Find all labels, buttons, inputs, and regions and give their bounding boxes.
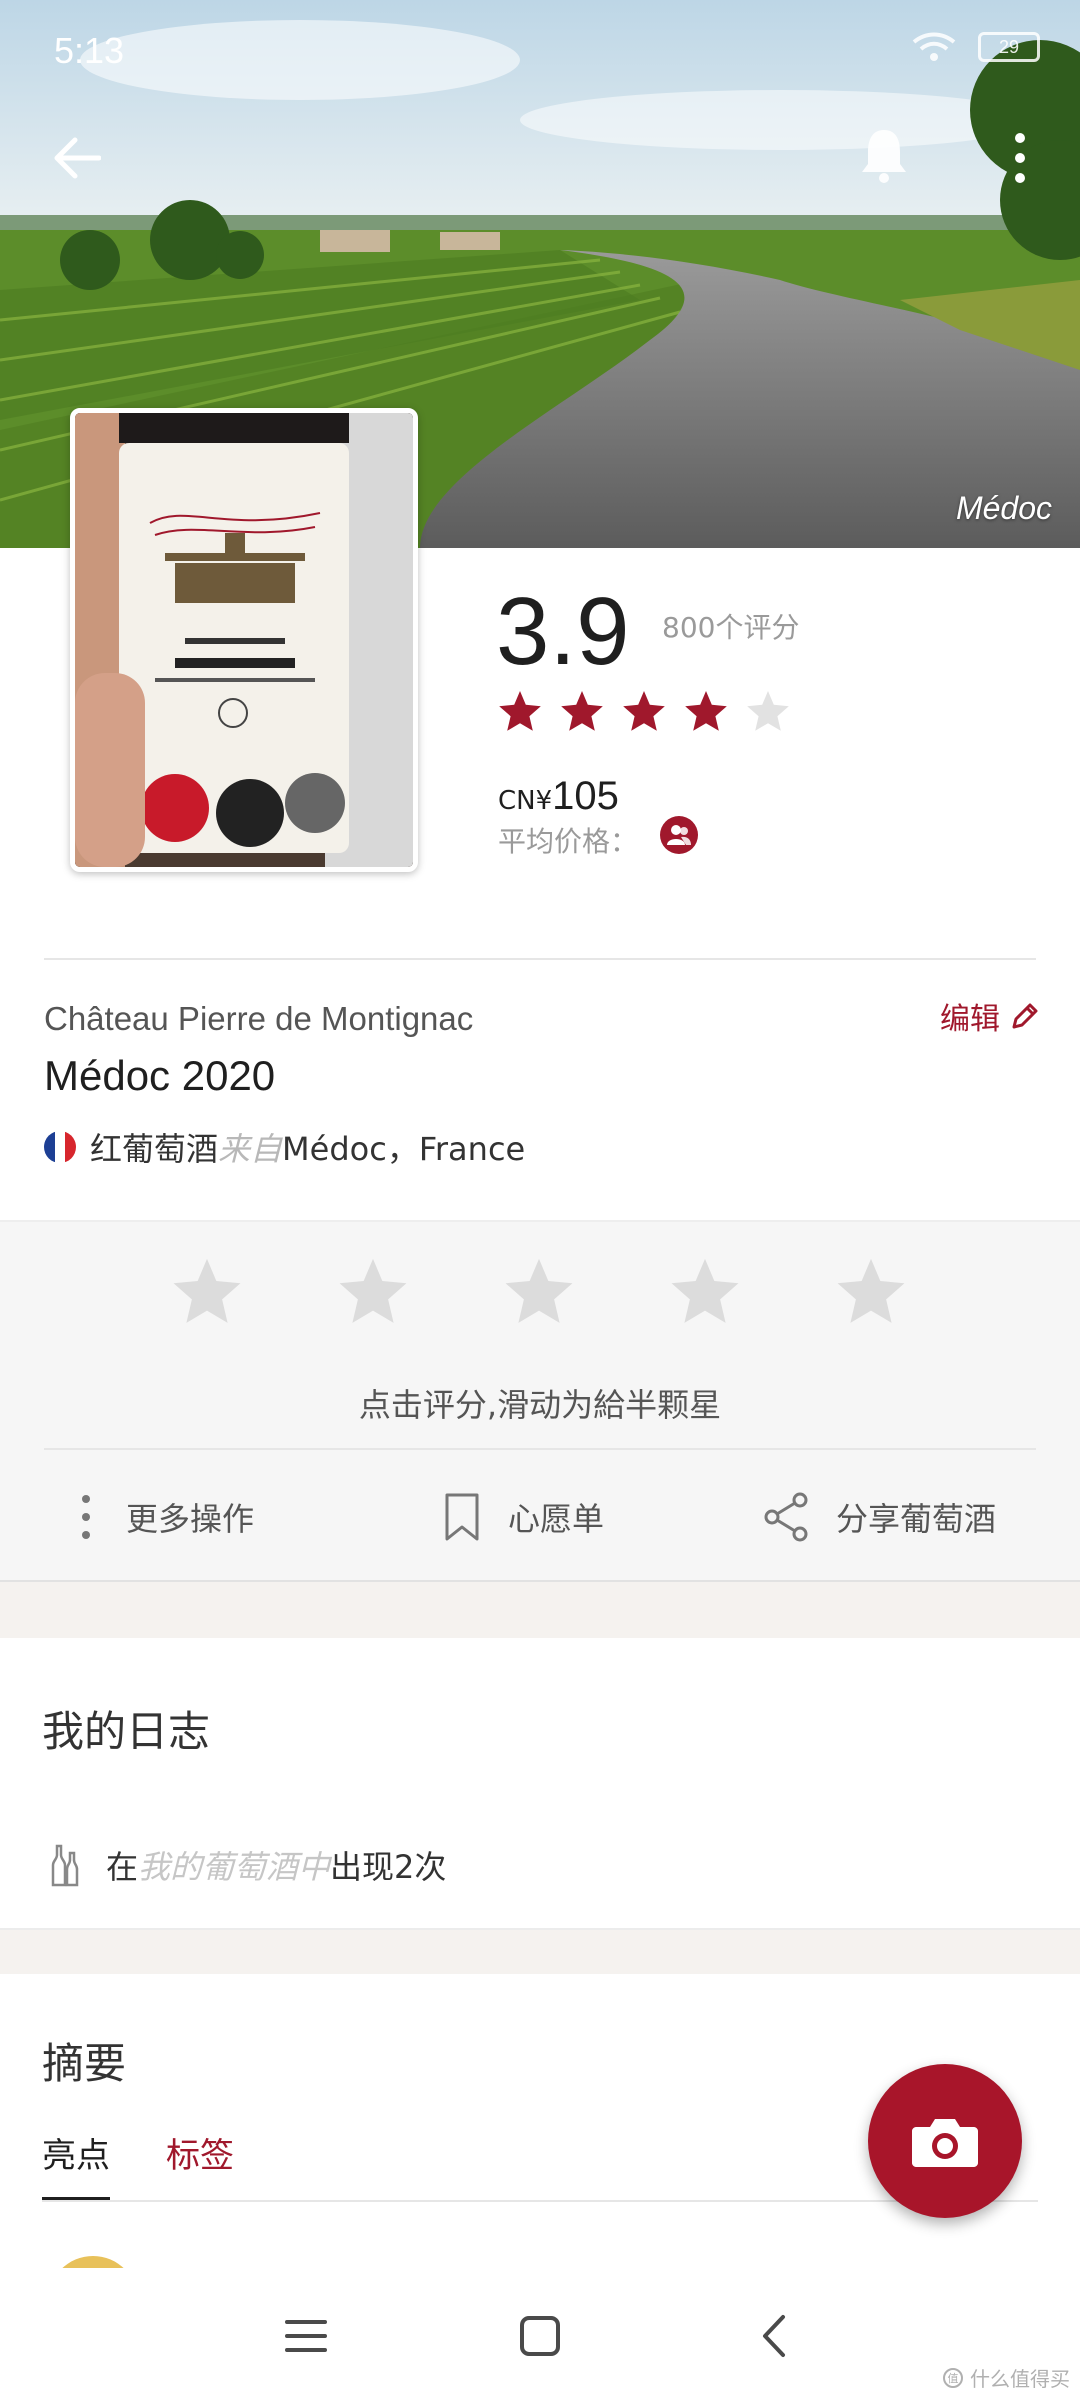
tab-highlights[interactable]: 亮点: [42, 2128, 110, 2201]
system-navigation-bar: 值 什么值得买: [0, 2268, 1080, 2400]
wine-type: 红葡萄酒: [90, 1130, 219, 1168]
home-button[interactable]: [510, 2308, 570, 2364]
recent-apps-button[interactable]: [276, 2308, 336, 2364]
arrow-left-icon: [54, 137, 101, 179]
rate-star-5-icon[interactable]: [832, 1254, 910, 1328]
rate-star-4-icon[interactable]: [666, 1254, 744, 1328]
average-rating-stars: [496, 688, 792, 734]
tabs-underline: [42, 2200, 1038, 2202]
value-logo-icon: 值: [943, 2367, 963, 2388]
bookmark-icon: [445, 1493, 479, 1541]
star-empty-icon: [747, 691, 789, 731]
more-vertical-icon: [82, 1495, 90, 1539]
summary-title: 摘要: [42, 2039, 127, 2088]
average-price-label: 平均价格：: [498, 825, 639, 858]
bottles-icon: [51, 1844, 79, 1887]
wine-region[interactable]: Médoc，France: [282, 1124, 525, 1170]
my-wines-link[interactable]: 我的葡萄酒中: [138, 1842, 330, 1888]
average-rating: 3.9: [496, 578, 630, 685]
share-icon: [764, 1492, 808, 1542]
status-bar: 5:13 29: [0, 0, 1080, 100]
menu-icon: [285, 2320, 327, 2352]
winery-name[interactable]: Château Pierre de Montignac: [44, 1000, 473, 1038]
from-label: 来自: [218, 1130, 283, 1168]
camera-scan-button[interactable]: [868, 2064, 1022, 2218]
community-price-button[interactable]: [660, 816, 698, 854]
journal-prefix: 在: [106, 1848, 139, 1886]
more-actions-label: 更多操作: [126, 1500, 255, 1538]
battery-icon: 29: [978, 32, 1040, 62]
square-icon: [520, 2316, 560, 2356]
divider: [44, 1448, 1036, 1450]
rating-hint: 点击评分,滑动为給半颗星: [358, 1386, 722, 1424]
journal-suffix: 出现2次: [330, 1848, 447, 1886]
tab-tags[interactable]: 标签: [166, 2128, 234, 2201]
user-rating-stars[interactable]: [168, 1254, 910, 1328]
wine-origin: 红葡萄酒 来自 Médoc，France: [44, 1124, 525, 1170]
france-flag-icon: [44, 1131, 76, 1163]
section-spacer: [0, 1582, 1080, 1638]
more-vertical-icon: [1015, 133, 1025, 183]
battery-level: 29: [998, 36, 1020, 57]
rate-star-1-icon[interactable]: [168, 1254, 246, 1328]
watermark: 值 什么值得买: [942, 2363, 1070, 2392]
hero-region-label: Médoc: [955, 490, 1052, 526]
star-filled-icon: [623, 691, 665, 731]
svg-text:值: 值: [948, 2372, 959, 2385]
journal-occurrence-row[interactable]: 在 我的葡萄酒中 出现2次: [46, 1842, 446, 1888]
back-nav-button[interactable]: [744, 2308, 804, 2364]
back-button[interactable]: [44, 126, 108, 190]
camera-icon: [912, 2119, 978, 2167]
status-time: 5:13: [54, 30, 125, 71]
edit-button[interactable]: 编辑: [940, 994, 1040, 1038]
summary-tabs: 亮点 标签: [42, 2128, 234, 2201]
section-spacer: [0, 1930, 1080, 1974]
star-filled-icon: [561, 691, 603, 731]
rate-star-2-icon[interactable]: [334, 1254, 412, 1328]
users-icon: [667, 825, 691, 845]
price: CN¥105: [498, 774, 619, 819]
chevron-left-icon: [763, 2315, 785, 2357]
star-filled-icon: [499, 691, 541, 731]
rate-wine-section: 点击评分,滑动为給半颗星 更多操作 心愿单 分享葡萄酒: [0, 1220, 1080, 1582]
more-menu-button[interactable]: [1000, 126, 1040, 190]
price-amount: 105: [552, 774, 619, 818]
rate-star-3-icon[interactable]: [500, 1254, 578, 1328]
wishlist-label: 心愿单: [508, 1500, 605, 1538]
wine-bottle-photo[interactable]: [70, 408, 418, 872]
action-bar: 更多操作 心愿单 分享葡萄酒: [0, 1452, 1080, 1582]
divider: [44, 958, 1036, 960]
bell-icon: [862, 130, 906, 183]
edit-label: 编辑: [940, 1002, 1000, 1037]
pencil-icon: [1012, 1003, 1038, 1029]
my-journal-section: 我的日志 在 我的葡萄酒中 出现2次: [0, 1638, 1080, 1930]
rating-count[interactable]: 800个评分: [662, 606, 799, 646]
wine-label-image: [75, 413, 413, 867]
status-icons: 29: [912, 30, 1040, 64]
wine-name: Médoc 2020: [44, 1052, 276, 1099]
watermark-text: 什么值得买: [970, 2367, 1070, 2391]
wifi-icon: [912, 32, 956, 61]
wishlist-button[interactable]: 心愿单: [442, 1452, 604, 1582]
price-currency: CN¥: [498, 786, 553, 816]
rating-summary: 3.9 800个评分 CN¥105 平均价格：: [496, 578, 1056, 859]
notification-button[interactable]: [856, 124, 912, 184]
star-filled-icon: [685, 691, 727, 731]
journal-title: 我的日志: [42, 1707, 211, 1756]
share-wine-button[interactable]: 分享葡萄酒: [762, 1452, 996, 1582]
more-actions-button[interactable]: 更多操作: [72, 1452, 254, 1582]
share-wine-label: 分享葡萄酒: [836, 1500, 997, 1538]
